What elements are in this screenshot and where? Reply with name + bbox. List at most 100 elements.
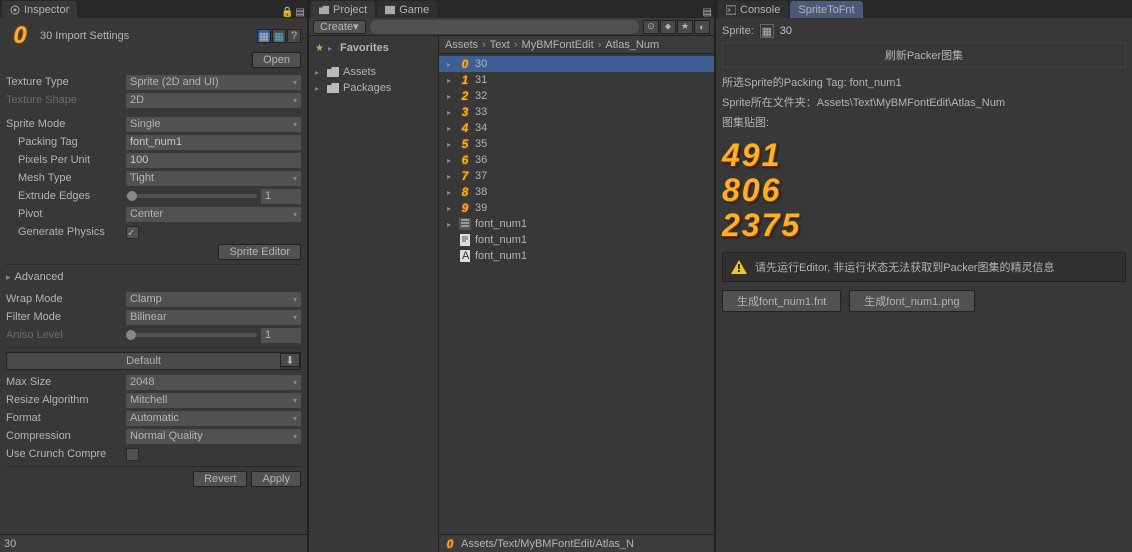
resize-dropdown[interactable]: Mitchell — [126, 393, 301, 408]
compression-dropdown[interactable]: Normal Quality — [126, 429, 301, 444]
create-button[interactable]: Create ▾ — [313, 20, 366, 34]
glyph-icon: 1 — [459, 73, 471, 87]
packing-tag-info: 所选Sprite的Packing Tag: font_num1 — [722, 74, 902, 90]
folder-info: Sprite所在文件夹：Assets\Text\MyBMFontEdit\Atl… — [722, 94, 1005, 110]
texture-type-dropdown[interactable]: Sprite (2D and UI) — [126, 75, 301, 90]
lock-icon[interactable]: 🔒 — [281, 7, 293, 18]
asset-name: 31 — [475, 74, 487, 86]
inspector-tab[interactable]: Inspector — [2, 1, 77, 18]
default-platform-tab[interactable]: Default — [7, 353, 280, 369]
wrap-mode-dropdown[interactable]: Clamp — [126, 292, 301, 307]
sprite-editor-button[interactable]: Sprite Editor — [218, 244, 301, 260]
packages-folder[interactable]: ▸Packages — [311, 80, 436, 96]
generate-png-button[interactable]: 生成font_num1.png — [849, 290, 974, 312]
extrude-value[interactable]: 1 — [261, 189, 301, 204]
context-menu-icon[interactable]: ▤ — [296, 7, 305, 18]
mesh-type-dropdown[interactable]: Tight — [126, 171, 301, 186]
generate-fnt-button[interactable]: 生成font_num1.fnt — [722, 290, 841, 312]
gen-physics-checkbox[interactable] — [126, 226, 139, 239]
packing-tag-field[interactable] — [126, 135, 301, 150]
asset-name: 30 — [475, 58, 487, 70]
file-icon — [459, 234, 471, 246]
open-button[interactable]: Open — [252, 52, 301, 68]
file-icon: A — [459, 250, 471, 262]
footer-glyph-icon: 0 — [443, 537, 457, 551]
asset-item[interactable]: ▸636 — [439, 152, 714, 168]
favorites-item[interactable]: ▸Favorites — [311, 40, 436, 56]
search-filter-icon[interactable]: ⊙ — [643, 20, 659, 34]
asset-file[interactable]: ▸Afont_num1 — [439, 248, 714, 264]
sprite-object-picker-icon[interactable]: ▦ — [760, 24, 774, 38]
extrude-slider[interactable] — [126, 194, 257, 198]
page-title: 30 Import Settings — [40, 30, 251, 42]
console-tab[interactable]: Console — [718, 1, 788, 18]
warning-box: 请先运行Editor, 非运行状态无法获取到Packer图集的精灵信息 — [722, 252, 1126, 282]
filter-mode-label: Filter Mode — [6, 311, 126, 323]
project-tab[interactable]: Project — [311, 1, 375, 18]
glyph-icon: 3 — [459, 105, 471, 119]
asset-name: 32 — [475, 90, 487, 102]
asset-item[interactable]: ▸939 — [439, 200, 714, 216]
packing-tag-label: Packing Tag — [6, 136, 126, 148]
context-menu-icon[interactable]: ▤ — [703, 7, 712, 18]
crumb-bmfont[interactable]: MyBMFontEdit — [520, 39, 596, 51]
sprite-field-value[interactable]: 30 — [780, 25, 792, 37]
sprite-mode-dropdown[interactable]: Single — [126, 117, 301, 132]
asset-name: 36 — [475, 154, 487, 166]
game-tab-label: Game — [399, 4, 429, 16]
wrap-mode-label: Wrap Mode — [6, 293, 126, 305]
texture-shape-dropdown: 2D — [126, 93, 301, 108]
pivot-dropdown[interactable]: Center — [126, 207, 301, 222]
search-type-icon[interactable]: ⬥ — [660, 20, 676, 34]
assets-folder[interactable]: ▸Assets — [311, 64, 436, 80]
crunch-checkbox[interactable] — [126, 448, 139, 461]
ppu-label: Pixels Per Unit — [6, 154, 126, 166]
standalone-platform-tab[interactable]: ⬇ — [280, 353, 300, 367]
spritetofnt-tab-label: SpriteToFnt — [798, 4, 854, 16]
asset-item[interactable]: ▸535 — [439, 136, 714, 152]
asset-item[interactable]: ▸030 — [439, 56, 714, 72]
warning-text: 请先运行Editor, 非运行状态无法获取到Packer图集的精灵信息 — [755, 259, 1054, 275]
ppu-field[interactable] — [126, 153, 301, 168]
atlas-label: 图集贴图: — [722, 114, 769, 130]
advanced-foldout[interactable]: Advanced — [6, 269, 301, 285]
filter-mode-dropdown[interactable]: Bilinear — [126, 310, 301, 325]
max-size-dropdown[interactable]: 2048 — [126, 375, 301, 390]
asset-item[interactable]: ▸232 — [439, 88, 714, 104]
glyph-icon: 0 — [459, 57, 471, 71]
asset-item[interactable]: ▸737 — [439, 168, 714, 184]
search-label-icon[interactable]: ★ — [677, 20, 693, 34]
asset-item[interactable]: ▸838 — [439, 184, 714, 200]
format-dropdown[interactable]: Automatic — [126, 411, 301, 426]
asset-file[interactable]: ▸font_num1 — [439, 216, 714, 232]
crumb-assets[interactable]: Assets — [443, 39, 480, 51]
aniso-value: 1 — [261, 328, 301, 343]
mesh-type-label: Mesh Type — [6, 172, 126, 184]
file-name: font_num1 — [475, 218, 527, 230]
revert-button[interactable]: Revert — [193, 471, 247, 487]
hidden-packages-icon[interactable]: ◐ — [694, 20, 710, 34]
file-name: font_num1 — [475, 234, 527, 246]
search-input[interactable] — [370, 20, 639, 34]
asset-name: 37 — [475, 170, 487, 182]
compression-label: Compression — [6, 430, 126, 442]
glyph-icon: 6 — [459, 153, 471, 167]
asset-item[interactable]: ▸131 — [439, 72, 714, 88]
resize-label: Resize Algorithm — [6, 394, 126, 406]
warning-icon — [731, 260, 747, 274]
game-tab[interactable]: Game — [377, 1, 437, 18]
asset-file[interactable]: ▸font_num1 — [439, 232, 714, 248]
extrude-label: Extrude Edges — [6, 190, 126, 202]
crumb-text[interactable]: Text — [488, 39, 512, 51]
crumb-atlas[interactable]: Atlas_Num — [603, 39, 661, 51]
asset-name: 33 — [475, 106, 487, 118]
asset-name: 39 — [475, 202, 487, 214]
file-name: font_num1 — [475, 250, 527, 262]
preset-icon-2[interactable]: ▦ — [272, 29, 286, 43]
apply-button[interactable]: Apply — [251, 471, 301, 487]
help-icon[interactable]: ? — [287, 29, 301, 43]
asset-item[interactable]: ▸434 — [439, 120, 714, 136]
preset-icon-1[interactable]: ▦ — [257, 29, 271, 43]
spritetofnt-tab[interactable]: SpriteToFnt — [790, 1, 862, 18]
asset-item[interactable]: ▸333 — [439, 104, 714, 120]
